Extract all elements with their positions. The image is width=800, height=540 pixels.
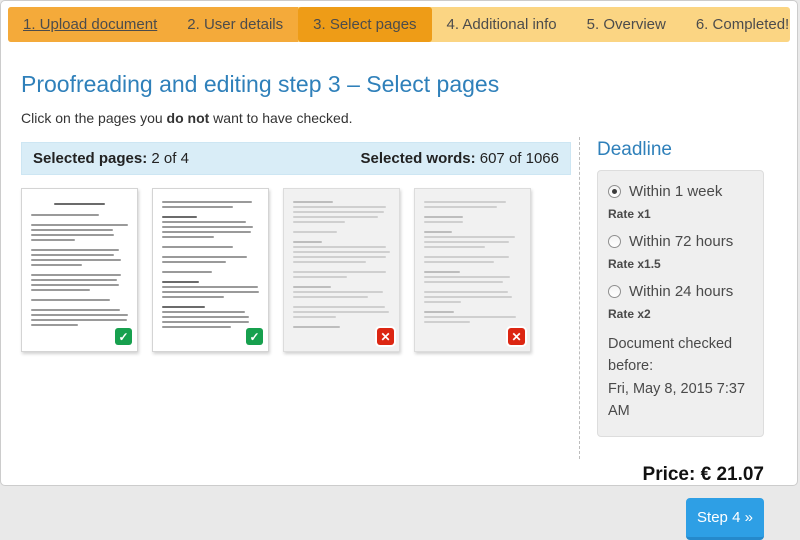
price-label: Price: xyxy=(642,463,696,485)
tab-step-3[interactable]: 3. Select pages xyxy=(298,7,432,42)
vertical-dashed-divider xyxy=(579,137,580,459)
radio-icon[interactable] xyxy=(608,235,621,248)
page-container: 1. Upload document 2. User details 3. Sele… xyxy=(0,0,798,540)
price-text: Price: € 21.07 xyxy=(597,464,764,486)
deadline-option-label: Within 72 hours xyxy=(629,233,734,250)
checked-before-value: Fri, May 8, 2015 7:37 AM xyxy=(608,380,746,420)
selected-words-stat: Selected words: 607 of 1066 xyxy=(361,150,559,167)
deadline-option-1[interactable]: Within 1 week xyxy=(608,183,753,200)
check-icon: ✓ xyxy=(246,328,263,345)
radio-icon[interactable] xyxy=(608,185,621,198)
check-icon: ✓ xyxy=(115,328,132,345)
rate-label: Rate x2 xyxy=(608,307,651,321)
tab-step-5: 5. Overview xyxy=(586,16,666,33)
page-thumb-2[interactable]: ✓ xyxy=(152,188,269,352)
instruction-after: want to have checked. xyxy=(209,110,353,126)
instruction-bold: do not xyxy=(166,110,210,126)
rate-label: Rate x1 xyxy=(608,207,651,221)
radio-icon[interactable] xyxy=(608,285,621,298)
instruction-text: Click on the pages you do not want to ha… xyxy=(21,110,571,126)
x-icon: ✕ xyxy=(377,328,394,345)
selected-pages-value: 2 of 4 xyxy=(147,150,189,167)
selection-stats-bar: Selected pages: 2 of 4 Selected words: 6… xyxy=(21,142,571,175)
main-panel: Proofreading and editing step 3 – Select… xyxy=(21,42,571,352)
deadline-option-label: Within 1 week xyxy=(629,183,723,200)
checked-before-label: Document checked before: xyxy=(608,336,733,375)
deadline-option-label: Within 24 hours xyxy=(629,283,734,300)
step-4-button[interactable]: Step 4 » xyxy=(686,497,764,540)
price-value: € 21.07 xyxy=(695,463,764,485)
page-title: Proofreading and editing step 3 – Select… xyxy=(21,71,500,97)
tab-step-1[interactable]: 1. Upload document xyxy=(8,7,173,42)
deadline-options: Within 1 week Rate x1 Within 72 hours Rate … xyxy=(608,183,753,321)
tab-step-6: 6. Completed! xyxy=(695,16,790,33)
selected-pages-label: Selected pages: xyxy=(33,150,148,167)
page-thumb-4[interactable]: ✕ xyxy=(414,188,531,352)
deadline-option-3[interactable]: Within 24 hours xyxy=(608,283,753,300)
deadline-title: Deadline xyxy=(597,139,672,160)
rate-label: Rate x1.5 xyxy=(608,257,661,271)
page-thumb-1[interactable]: ✓ xyxy=(21,188,138,352)
document-preview xyxy=(22,189,137,351)
selected-words-label: Selected words: xyxy=(360,150,476,167)
tab-step-2[interactable]: 2. User details xyxy=(172,7,299,42)
document-preview xyxy=(284,189,399,351)
step-tabs: 1. Upload document 2. User details 3. Sele… xyxy=(8,7,790,42)
selected-pages-stat: Selected pages: 2 of 4 xyxy=(33,150,189,167)
instruction-before: Click on the pages you xyxy=(21,110,167,126)
document-preview xyxy=(415,189,530,351)
selected-words-value: 607 of 1066 xyxy=(475,150,559,167)
page-thumb-3[interactable]: ✕ xyxy=(283,188,400,352)
deadline-options-box: Within 1 week Rate x1 Within 72 hours Rate … xyxy=(597,170,764,437)
deadline-option-2[interactable]: Within 72 hours xyxy=(608,233,753,250)
tab-step-4: 4. Additional info xyxy=(446,16,557,33)
page-thumbnails: ✓ ✓ ✕ ✕ xyxy=(21,188,571,352)
deadline-panel: Deadline Within 1 week Rate x1 Within 72 h… xyxy=(597,139,764,540)
document-preview xyxy=(153,189,268,351)
x-icon: ✕ xyxy=(508,328,525,345)
